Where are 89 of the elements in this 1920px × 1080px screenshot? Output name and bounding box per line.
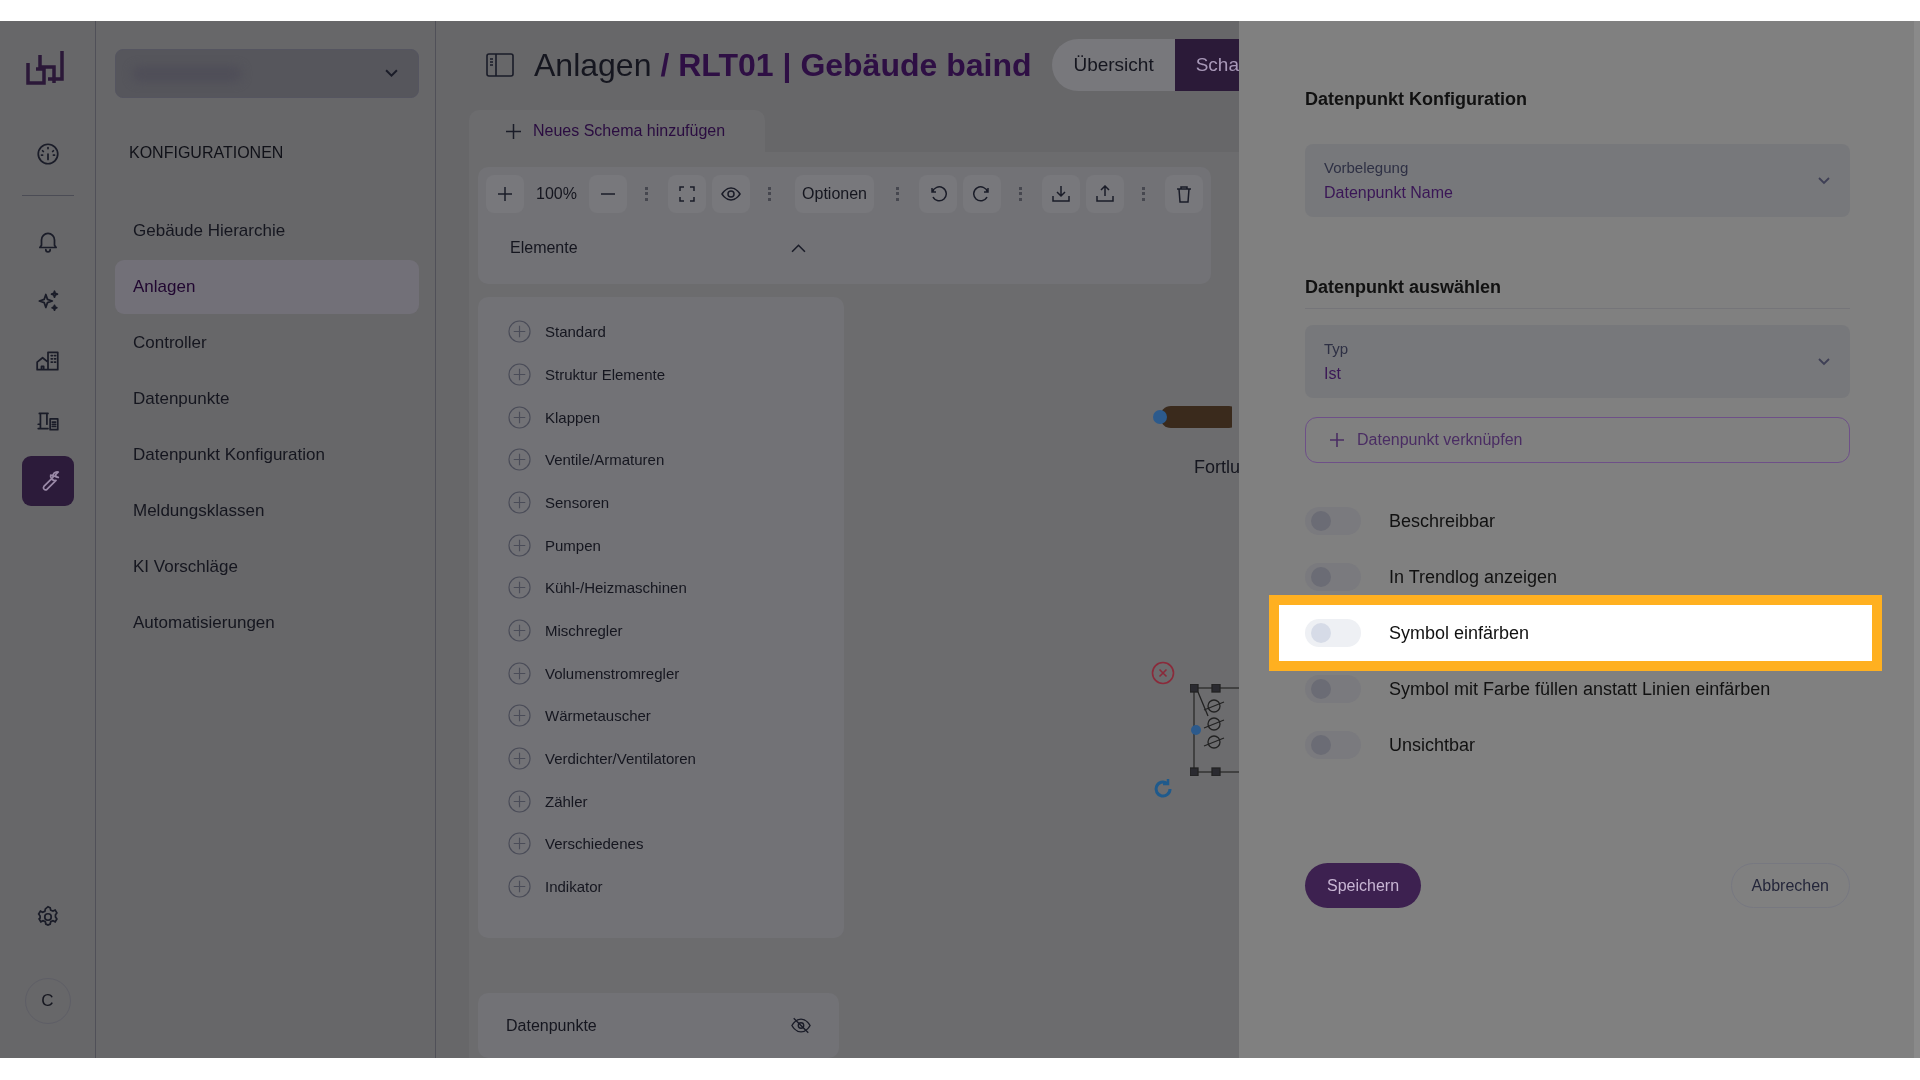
section-heading: KONFIGURATIONEN	[129, 144, 285, 162]
options-button[interactable]: Optionen	[794, 175, 875, 214]
page-title: Anlagen	[534, 46, 652, 84]
nav-item[interactable]: Meldungsklassen	[115, 484, 419, 538]
minus-icon	[599, 193, 616, 196]
undo-button[interactable]	[919, 175, 958, 214]
trash-icon	[1175, 185, 1193, 204]
add-circle-icon[interactable]	[508, 875, 531, 899]
upload-icon	[1096, 185, 1115, 204]
redo-icon	[973, 185, 992, 204]
toggle-label: Symbol mit Farbe füllen anstatt Linien einfärben	[1389, 678, 1771, 700]
download-button[interactable]	[1042, 175, 1081, 214]
nav-item[interactable]: Controller	[115, 316, 419, 370]
undo-icon	[929, 185, 948, 204]
add-circle-icon[interactable]	[508, 619, 531, 643]
plus-icon	[497, 186, 513, 203]
link-datapoint-button[interactable]: Datenpunkt verknüpfen	[1305, 417, 1850, 463]
fullscreen-button[interactable]	[667, 175, 706, 214]
category-item[interactable]: Verschiedenes	[545, 835, 644, 853]
damper-symbol-drawing[interactable]	[1190, 684, 1239, 777]
nav-item[interactable]: Automatisierungen	[115, 596, 419, 650]
nav-item[interactable]: Anlagen	[115, 260, 419, 314]
category-item[interactable]: Pumpen	[545, 536, 601, 554]
add-circle-icon[interactable]	[508, 832, 531, 856]
category-item[interactable]: Sensoren	[545, 493, 610, 511]
chevron-down-icon	[385, 69, 398, 78]
panel-title: Datenpunkt Konfiguration	[1305, 89, 1528, 110]
nav-item[interactable]: Gebäude Hierarchie	[115, 204, 419, 258]
category-item[interactable]: Kühl-/Heizmaschinen	[545, 579, 687, 597]
zoom-level: 100%	[535, 185, 578, 204]
add-circle-icon[interactable]	[508, 320, 531, 344]
toggle-switch[interactable]	[1305, 619, 1361, 647]
sidebar-toggle-icon[interactable]	[486, 53, 514, 78]
chevron-up-icon[interactable]	[791, 243, 806, 253]
section-heading: Datenpunkt auswählen	[1305, 277, 1850, 309]
redo-button[interactable]	[963, 175, 1002, 214]
upload-button[interactable]	[1086, 175, 1125, 214]
toggle-label: In Trendlog anzeigen	[1389, 566, 1558, 588]
close-icon[interactable]	[1151, 661, 1175, 686]
plus-icon	[506, 123, 521, 139]
chevron-down-icon	[1818, 357, 1830, 366]
add-circle-icon[interactable]	[508, 533, 531, 557]
panel-title: Datenpunkte	[506, 1016, 597, 1035]
zoom-out-button[interactable]	[588, 175, 627, 214]
zoom-in-button[interactable]	[486, 175, 524, 214]
add-circle-icon[interactable]	[508, 576, 531, 600]
toggle-label: Symbol einfärben	[1389, 622, 1530, 644]
chevron-down-icon	[1818, 176, 1830, 185]
project-select[interactable]	[115, 49, 419, 98]
wrench-icon[interactable]	[21, 456, 74, 506]
eye-icon	[720, 187, 741, 202]
toggle-label: Unsichtbar	[1389, 734, 1476, 756]
toggle-label: Beschreibbar	[1389, 510, 1496, 532]
add-circle-icon[interactable]	[508, 704, 531, 728]
page-subtitle: / RLT01 | Gebäude baind	[660, 46, 1032, 84]
view-tab[interactable]: Scha	[1174, 39, 1239, 92]
view-tab[interactable]: Übersicht	[1052, 39, 1175, 92]
add-circle-icon[interactable]	[508, 747, 531, 771]
category-item[interactable]: Mischregler	[545, 622, 623, 640]
category-item[interactable]: Standard	[545, 323, 606, 341]
nav-item[interactable]: Datenpunkte	[115, 372, 419, 426]
visibility-button[interactable]	[711, 175, 750, 214]
category-item[interactable]: Wärmetauscher	[545, 707, 651, 725]
eye-off-icon[interactable]	[791, 1017, 811, 1034]
plus-icon	[1330, 433, 1344, 447]
canvas-label: Fortlu	[1194, 457, 1239, 479]
category-item[interactable]: Ventile/Armaturen	[545, 451, 665, 469]
nav-item[interactable]: Datenpunkt Konfiguration	[115, 428, 419, 482]
type-select[interactable]: Typ Ist	[1305, 325, 1850, 398]
preset-select[interactable]: Vorbelegung Datenpunkt Name	[1305, 144, 1850, 217]
add-circle-icon[interactable]	[508, 362, 531, 386]
nav-item[interactable]: KI Vorschläge	[115, 540, 419, 594]
add-circle-icon[interactable]	[508, 448, 531, 472]
fullscreen-icon	[678, 186, 695, 203]
add-circle-icon[interactable]	[508, 405, 531, 429]
category-item[interactable]: Verdichter/Ventilatoren	[545, 750, 696, 768]
delete-button[interactable]	[1165, 175, 1203, 214]
add-circle-icon[interactable]	[508, 661, 531, 685]
add-circle-icon[interactable]	[508, 490, 531, 514]
category-item[interactable]: Klappen	[545, 408, 601, 426]
add-schema-tab[interactable]: Neues Schema hinzufügen	[469, 109, 765, 153]
category-item[interactable]: Indikator	[545, 878, 603, 896]
download-icon	[1052, 185, 1071, 204]
category-item[interactable]: Zähler	[545, 792, 588, 810]
category-item[interactable]: Volumenstromregler	[545, 664, 680, 682]
panel-title: Elemente	[510, 239, 578, 258]
save-button[interactable]: Speichern	[1305, 863, 1422, 908]
category-item[interactable]: Struktur Elemente	[545, 365, 666, 383]
add-circle-icon[interactable]	[508, 789, 531, 813]
